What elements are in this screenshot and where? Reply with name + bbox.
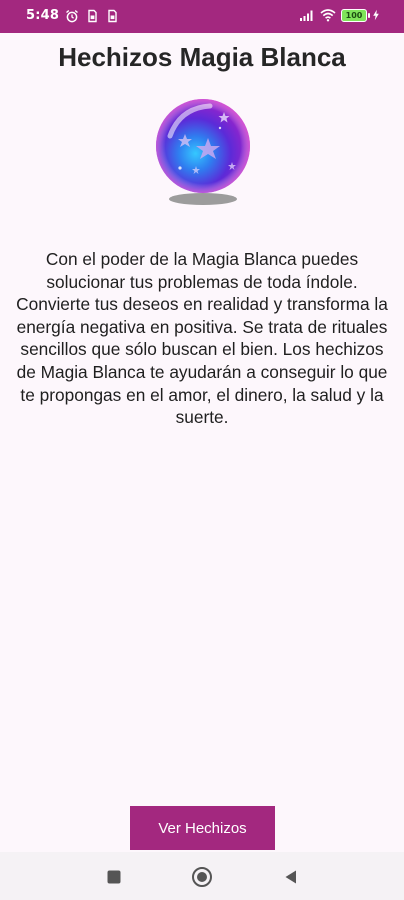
home-icon <box>192 867 212 887</box>
sim-card-icon <box>108 9 117 22</box>
description-text: Con el poder de la Magia Blanca puedes s… <box>16 249 388 428</box>
recents-button[interactable] <box>103 866 125 888</box>
recents-icon <box>107 870 121 884</box>
alarm-icon <box>66 9 79 22</box>
page-title: Hechizos Magia Blanca <box>58 42 346 72</box>
status-bar: 5:48 100 <box>0 0 404 33</box>
home-button[interactable] <box>191 866 213 888</box>
battery-icon: 100 <box>341 8 370 22</box>
back-icon <box>285 870 296 884</box>
crystal-ball-icon <box>150 98 256 210</box>
status-left: 5:48 <box>26 8 119 23</box>
ver-hechizos-button[interactable]: Ver Hechizos <box>130 806 275 850</box>
status-time: 5:48 <box>26 8 60 23</box>
wifi-icon <box>320 9 336 22</box>
charging-icon <box>373 9 379 21</box>
status-right: 100 <box>299 8 380 22</box>
signal-icon <box>300 10 313 21</box>
back-button[interactable] <box>280 866 302 888</box>
navigation-bar <box>0 852 404 900</box>
battery-level: 100 <box>345 10 363 20</box>
sim-card-icon <box>88 9 97 22</box>
